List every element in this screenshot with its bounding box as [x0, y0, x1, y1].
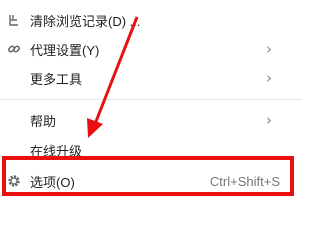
- context-menu: 清除浏览记录(D) ... 代理设置(Y) › 更多工具 › 帮助 › 在线升级…: [0, 0, 302, 225]
- chevron-right-icon: ›: [266, 40, 272, 58]
- menu-item-label: 清除浏览记录(D) ...: [30, 13, 141, 29]
- menu-item-more-tools[interactable]: 更多工具 ›: [0, 65, 302, 91]
- menu-item-label: 帮助: [30, 113, 57, 129]
- menu-item-help[interactable]: 帮助 ›: [0, 107, 302, 133]
- link-icon: [6, 41, 22, 57]
- menu-divider: [0, 99, 302, 100]
- broom-icon: [6, 12, 22, 28]
- menu-item-clear-history[interactable]: 清除浏览记录(D) ...: [0, 7, 302, 33]
- highlight-box: [2, 156, 294, 196]
- chevron-right-icon: ›: [266, 69, 272, 87]
- menu-item-proxy-settings[interactable]: 代理设置(Y) ›: [0, 36, 302, 62]
- menu-item-label: 更多工具: [30, 71, 83, 87]
- chevron-right-icon: ›: [266, 111, 272, 129]
- menu-item-label: 代理设置(Y): [30, 42, 100, 58]
